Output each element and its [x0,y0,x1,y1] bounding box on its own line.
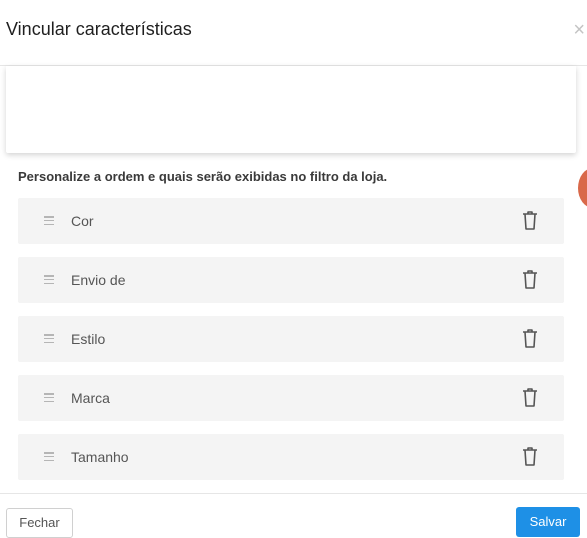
item-label: Envio de [71,272,126,288]
drag-handle-icon[interactable] [44,452,54,462]
item-label: Tamanho [71,449,129,465]
list-item[interactable]: Estilo [18,316,564,362]
modal-footer: Fechar Salvar [0,493,587,538]
trash-icon[interactable] [520,209,540,231]
modal-title: Vincular características [6,19,192,39]
description-text: Personalize a ordem e quais serão exibid… [18,169,388,184]
list-item[interactable]: Marca [18,375,564,421]
item-label: Cor [71,213,94,229]
modal-header: Vincular características × [0,0,587,66]
trash-icon[interactable] [520,327,540,349]
close-button[interactable]: Fechar [6,508,73,538]
list-item[interactable]: Cor [18,198,564,244]
close-icon[interactable]: × [573,20,585,40]
trash-icon[interactable] [520,386,540,408]
drag-handle-icon[interactable] [44,275,54,285]
trash-icon[interactable] [520,445,540,467]
list-item[interactable]: Envio de [18,257,564,303]
item-label: Marca [71,390,110,406]
content-card [6,66,576,153]
drag-handle-icon[interactable] [44,334,54,344]
save-button[interactable]: Salvar [516,507,580,537]
list-item[interactable]: Tamanho [18,434,564,480]
drag-handle-icon[interactable] [44,393,54,403]
item-label: Estilo [71,331,106,347]
trash-icon[interactable] [520,268,540,290]
floating-badge[interactable] [578,168,587,208]
drag-handle-icon[interactable] [44,216,54,226]
